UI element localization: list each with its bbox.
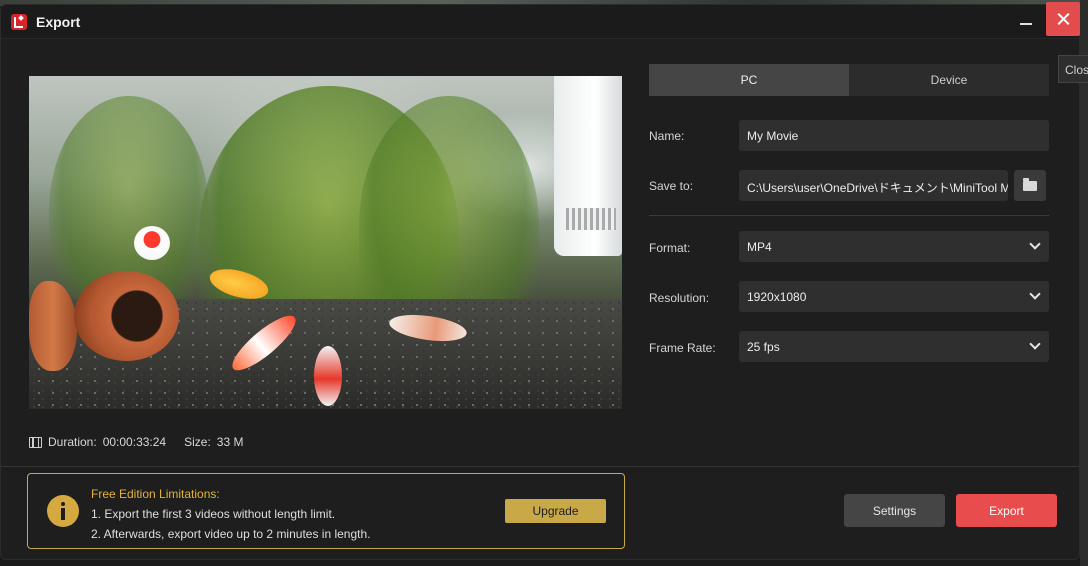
folder-icon <box>1023 178 1037 191</box>
minimize-button[interactable] <box>1011 9 1041 37</box>
size-label: Size: <box>184 435 211 449</box>
koi-fish-vertical <box>314 346 342 406</box>
resolution-value: 1920x1080 <box>747 290 807 304</box>
tab-device[interactable]: Device <box>849 64 1049 96</box>
resolution-select[interactable]: 1920x1080 <box>739 281 1049 312</box>
video-preview <box>29 76 622 409</box>
export-dialog: Export Duration: 00:00:33:24 Size: 33 M … <box>0 4 1080 560</box>
settings-button[interactable]: Settings <box>844 494 945 527</box>
name-label: Name: <box>649 129 685 143</box>
info-icon <box>47 495 79 527</box>
size-value: 33 M <box>216 435 244 449</box>
frame-rate-select[interactable]: 25 fps <box>739 331 1049 362</box>
chevron-down-icon <box>1029 238 1041 250</box>
title-bar[interactable]: Export <box>1 5 1079 39</box>
close-button[interactable] <box>1046 2 1080 36</box>
limitations-title: Free Edition Limitations: <box>91 487 220 501</box>
form-divider <box>649 215 1049 216</box>
background-app-edge <box>1080 0 1088 566</box>
save-path-input[interactable]: C:\Users\user\OneDrive\ドキュメント\MiniTool M… <box>739 170 1008 201</box>
koi-fish-top <box>134 226 170 260</box>
window-title: Export <box>36 14 81 30</box>
chevron-down-icon <box>1029 288 1041 300</box>
tab-pc[interactable]: PC <box>649 64 849 96</box>
free-edition-notice: Free Edition Limitations: 1. Export the … <box>27 473 625 549</box>
clay-pot <box>74 271 179 361</box>
export-button[interactable]: Export <box>956 494 1057 527</box>
save-to-label: Save to: <box>649 179 694 193</box>
app-logo-icon <box>11 14 27 30</box>
close-tooltip: Close <box>1058 55 1088 83</box>
frame-rate-label: Frame Rate: <box>649 341 716 355</box>
limitation-line-1: 1. Export the first 3 videos without len… <box>91 507 336 521</box>
film-icon <box>29 436 42 448</box>
limitation-line-2: 2. Afterwards, export video up to 2 minu… <box>91 527 371 541</box>
format-select[interactable]: MP4 <box>739 231 1049 262</box>
duration-value: 00:00:33:24 <box>102 435 167 449</box>
format-value: MP4 <box>747 240 772 254</box>
format-label: Format: <box>649 241 691 255</box>
browse-folder-button[interactable] <box>1014 170 1046 201</box>
resolution-label: Resolution: <box>649 291 710 305</box>
duration-label: Duration: <box>48 435 97 449</box>
footer-divider <box>1 466 1079 467</box>
aquarium-filter <box>554 76 622 256</box>
name-input[interactable]: My Movie <box>739 120 1049 151</box>
upgrade-button[interactable]: Upgrade <box>505 499 606 523</box>
target-tabs: PC Device <box>649 64 1049 96</box>
frame-rate-value: 25 fps <box>747 340 780 354</box>
chevron-down-icon <box>1029 338 1041 350</box>
video-info: Duration: 00:00:33:24 Size: 33 M <box>29 435 243 449</box>
